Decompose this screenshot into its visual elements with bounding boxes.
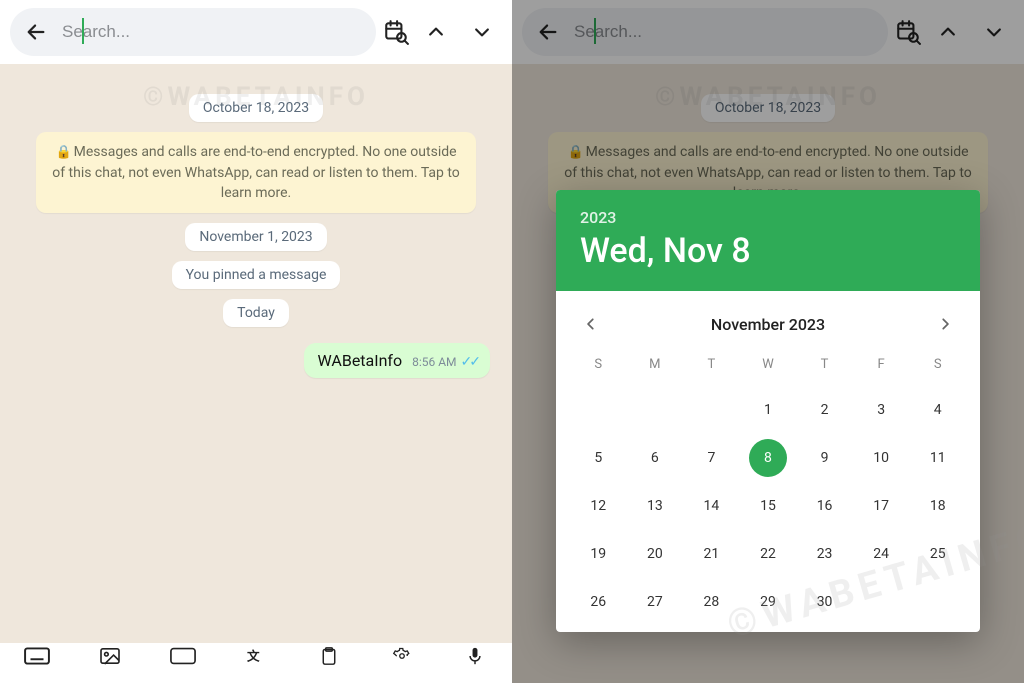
calendar-dow: F [853,351,910,382]
calendar-dow: S [909,351,966,382]
settings-icon[interactable] [387,647,417,665]
translate-icon[interactable]: 文 [241,647,271,665]
search-input[interactable] [62,22,362,42]
calendar-dow: T [796,351,853,382]
message-text: WABetaInfo [318,351,403,370]
chat-panel-left: ©WABETAINFO October 18, 2023 🔒Messages a… [0,0,512,683]
calendar-day[interactable]: 22 [740,534,797,574]
calendar-dow: W [740,351,797,382]
picker-month-label: November 2023 [711,315,825,334]
calendar-search-icon[interactable] [382,18,410,46]
calendar-day[interactable]: 21 [683,534,740,574]
calendar-grid: SMTWTFS123456789101112131415161718192021… [556,349,980,632]
calendar-day[interactable]: 18 [909,486,966,526]
calendar-dow: T [683,351,740,382]
calendar-day[interactable]: 5 [570,438,627,478]
chat-panel-right: ©WABETAINFO October 18, 2023 🔒Messages a… [512,0,1024,683]
read-ticks-icon: ✓✓ [461,354,478,370]
svg-text:文: 文 [247,649,260,665]
date-chip: October 18, 2023 [189,94,323,122]
calendar-day[interactable]: 30 [796,582,853,622]
calendar-day[interactable]: 23 [796,534,853,574]
search-pill[interactable] [10,8,376,56]
calendar-day[interactable]: 27 [627,582,684,622]
calendar-day[interactable]: 16 [796,486,853,526]
date-chip: November 1, 2023 [185,223,326,251]
calendar-day[interactable]: 15 [740,486,797,526]
calendar-day[interactable]: 24 [853,534,910,574]
gif-icon[interactable] [168,647,198,665]
calendar-dow: M [627,351,684,382]
clipboard-icon[interactable] [314,647,344,665]
calendar-day[interactable]: 29 [740,582,797,622]
bottom-toolbar: 文 [0,643,512,683]
outgoing-message[interactable]: WABetaInfo 8:56 AM ✓✓ [304,343,490,378]
search-next-icon[interactable] [462,12,502,52]
picker-selected-date[interactable]: Wed, Nov 8 [580,231,956,271]
encryption-text: Messages and calls are end-to-end encryp… [52,144,460,201]
calendar-day[interactable]: 1 [740,390,797,430]
back-arrow-icon[interactable] [24,20,48,44]
calendar-day[interactable]: 20 [627,534,684,574]
pinned-chip: You pinned a message [172,261,341,289]
date-chip: Today [223,299,289,327]
calendar-day[interactable]: 17 [853,486,910,526]
text-cursor [82,18,84,44]
calendar-day[interactable]: 6 [627,438,684,478]
calendar-day[interactable]: 25 [909,534,966,574]
calendar-dow: S [570,351,627,382]
next-month-icon[interactable] [930,309,960,339]
calendar-day[interactable]: 10 [853,438,910,478]
calendar-day[interactable]: 9 [796,438,853,478]
search-prev-icon[interactable] [416,12,456,52]
calendar-day[interactable]: 4 [909,390,966,430]
image-icon[interactable] [95,647,125,665]
chat-area: ©WABETAINFO October 18, 2023 🔒Messages a… [0,64,512,643]
date-picker: 2023 Wed, Nov 8 November 2023 SMTWTFS123… [556,190,980,632]
calendar-day[interactable]: 26 [570,582,627,622]
encryption-notice[interactable]: 🔒Messages and calls are end-to-end encry… [36,132,476,213]
search-bar [0,0,512,64]
picker-year[interactable]: 2023 [580,208,956,227]
keyboard-icon[interactable] [22,647,52,665]
mic-icon[interactable] [460,647,490,665]
calendar-day[interactable]: 19 [570,534,627,574]
calendar-day[interactable]: 2 [796,390,853,430]
message-time: 8:56 AM [412,355,456,369]
calendar-day[interactable]: 13 [627,486,684,526]
calendar-day[interactable]: 8 [740,438,797,478]
calendar-day[interactable]: 11 [909,438,966,478]
lock-icon: 🔒 [55,145,71,160]
prev-month-icon[interactable] [576,309,606,339]
date-picker-header: 2023 Wed, Nov 8 [556,190,980,291]
calendar-day[interactable]: 12 [570,486,627,526]
calendar-day[interactable]: 7 [683,438,740,478]
calendar-day[interactable]: 3 [853,390,910,430]
calendar-day[interactable]: 28 [683,582,740,622]
calendar-day[interactable]: 14 [683,486,740,526]
